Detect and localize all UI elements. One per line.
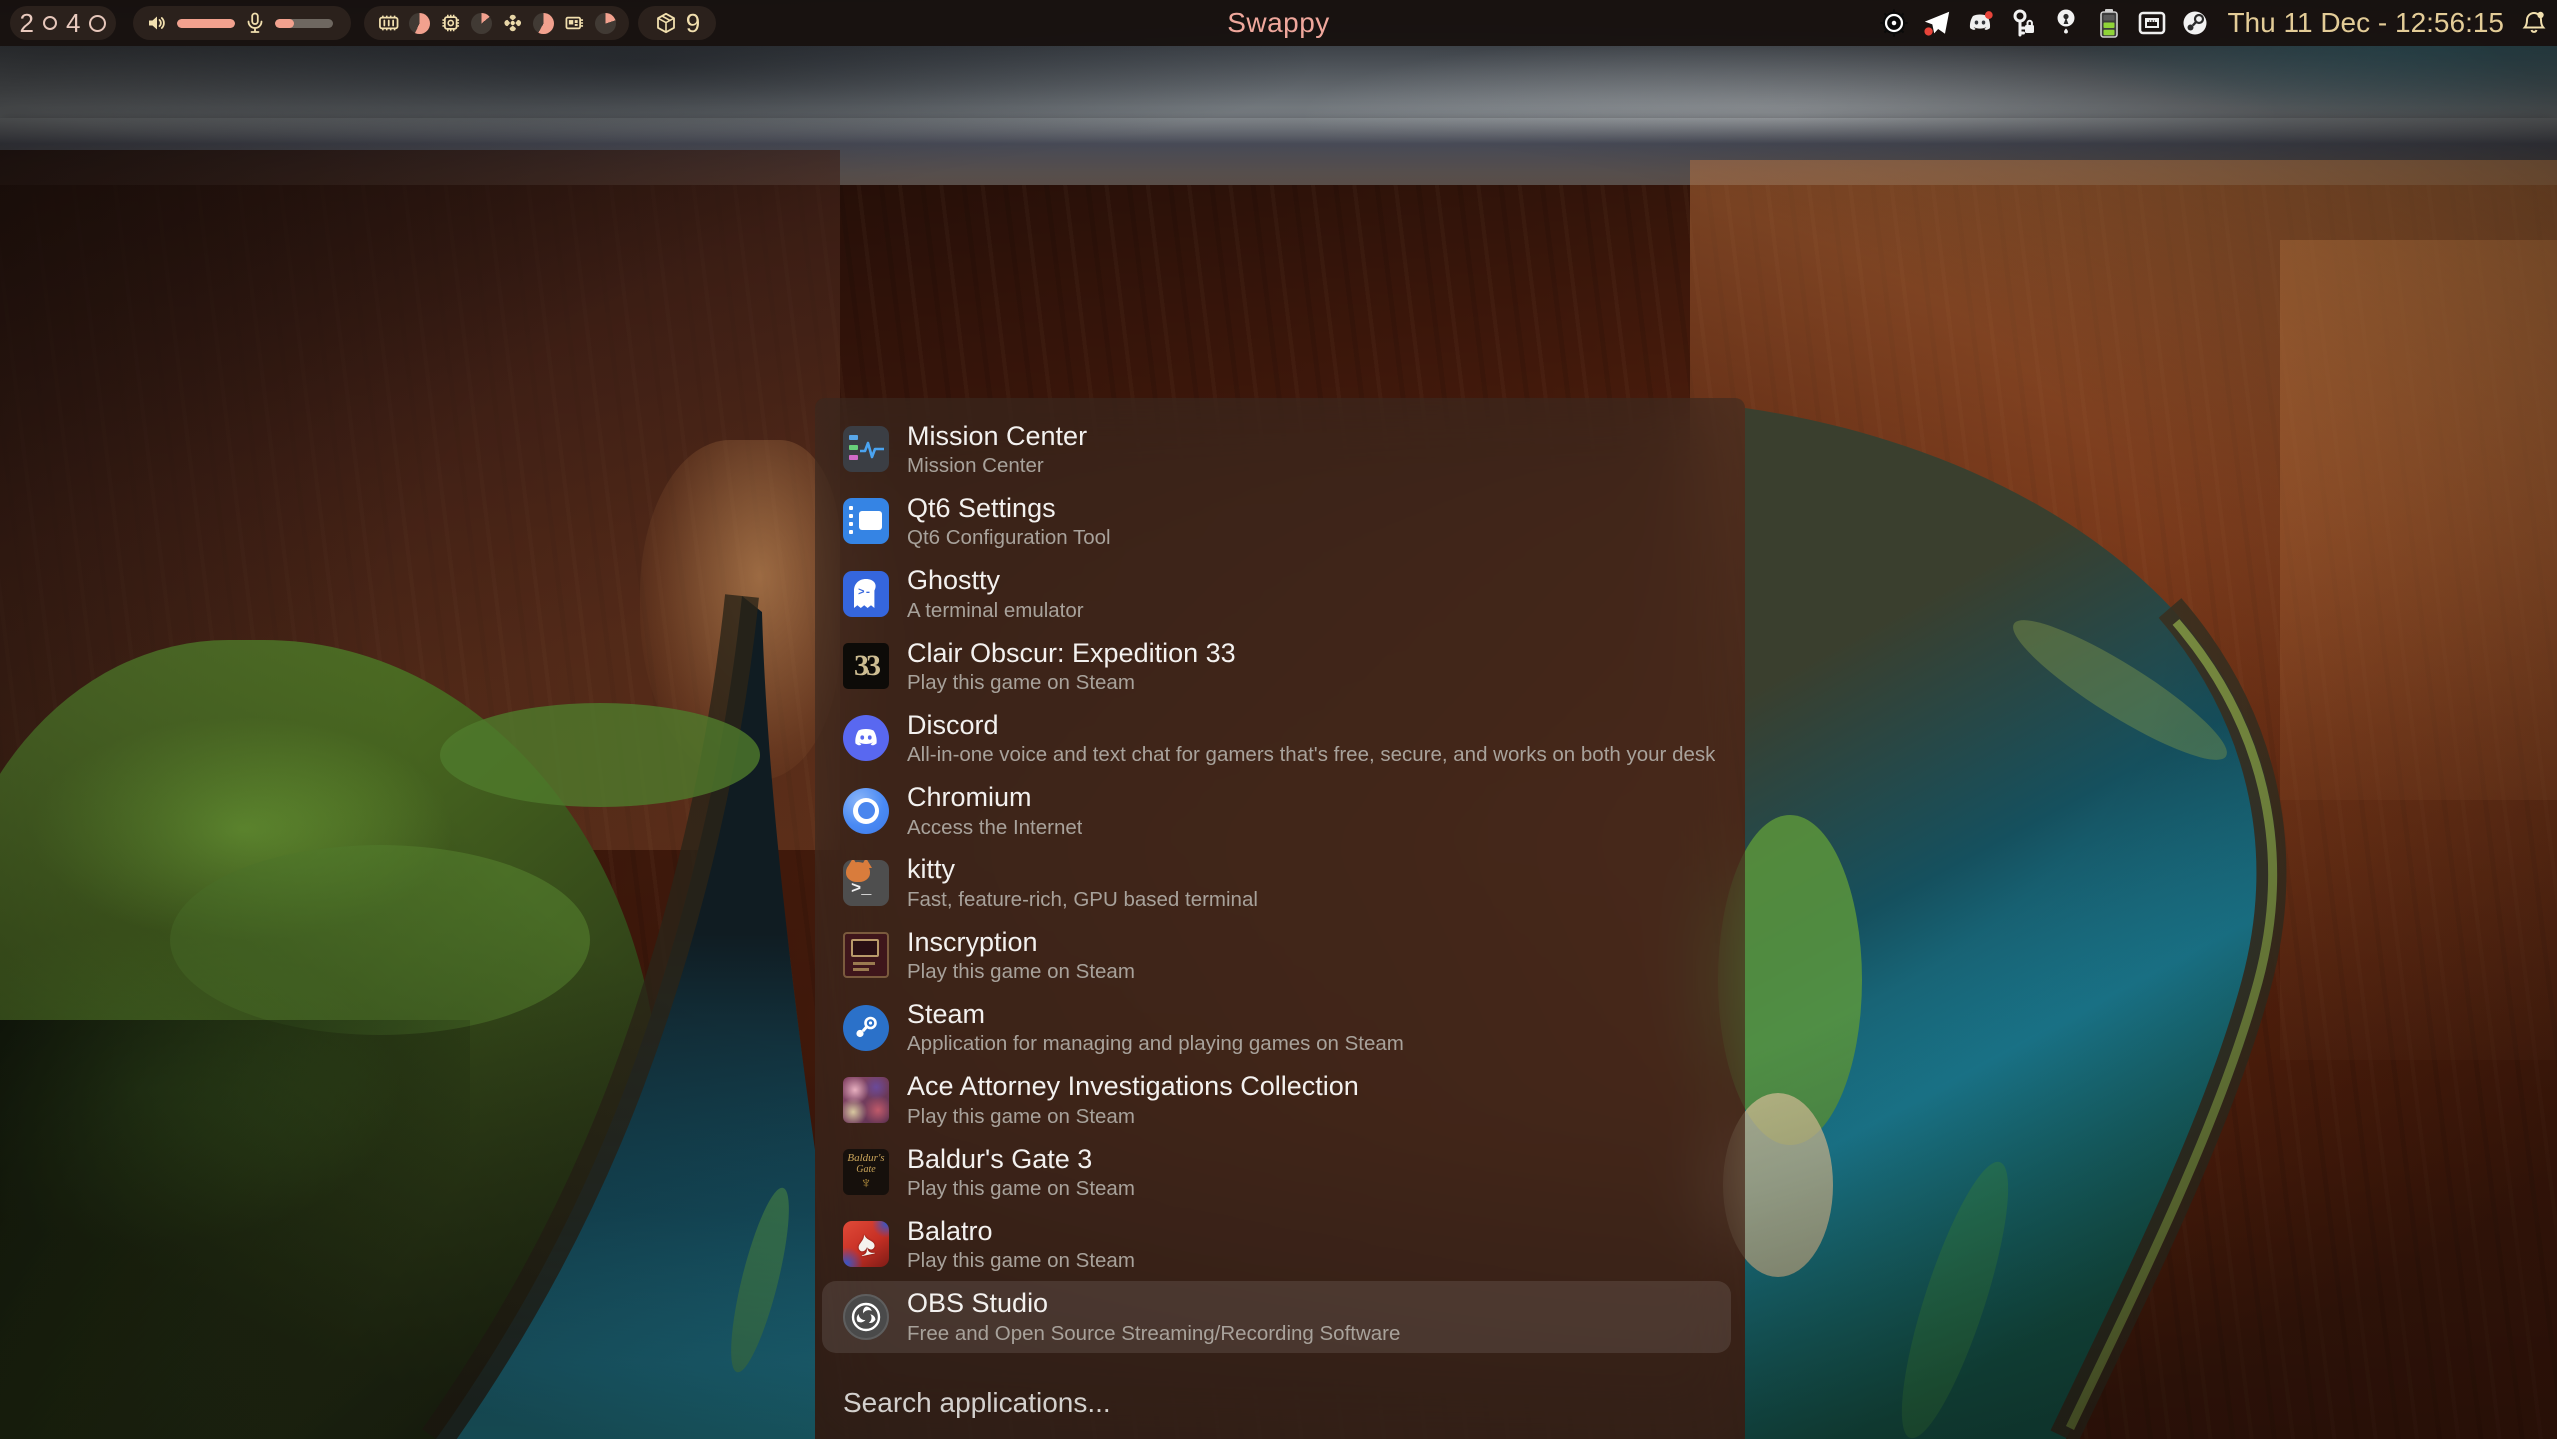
app-row[interactable]: Baldur's Gate ♆ Baldur's Gate 3 Play thi… — [815, 1136, 1745, 1208]
app-description: Fast, feature-rich, GPU based terminal — [907, 887, 1258, 913]
steelseries-icon[interactable] — [1879, 8, 1909, 38]
app-row[interactable]: >_ kitty Fast, feature-rich, GPU based t… — [815, 847, 1745, 919]
app-description: Play this game on Steam — [907, 1248, 1135, 1274]
app-name: Mission Center — [907, 420, 1087, 452]
app-row[interactable]: Ace Attorney Investigations Collection P… — [815, 1064, 1745, 1136]
app-description: All-in-one voice and text chat for gamer… — [907, 742, 1715, 768]
launcher-search-input[interactable]: Search applications... — [843, 1383, 1111, 1423]
app-description: Application for managing and playing gam… — [907, 1031, 1404, 1057]
app-row[interactable]: Qt6 Settings Qt6 Configuration Tool — [815, 485, 1745, 557]
app-row[interactable]: Steam Application for managing and playi… — [815, 991, 1745, 1063]
app-name: OBS Studio — [907, 1287, 1400, 1319]
ace-attorney-icon — [843, 1077, 889, 1123]
app-name: Chromium — [907, 781, 1082, 813]
inscryption-icon — [843, 932, 889, 978]
key-icon[interactable] — [2008, 8, 2038, 38]
steam-tray-icon[interactable] — [2180, 8, 2210, 38]
app-description: Qt6 Configuration Tool — [907, 525, 1111, 551]
app-name: Baldur's Gate 3 — [907, 1143, 1135, 1175]
battery-icon[interactable] — [2094, 8, 2124, 38]
qt6-settings-icon — [843, 498, 889, 544]
app-description: Access the Internet — [907, 815, 1082, 841]
clock[interactable]: Thu 11 Dec - 12:56:15 — [2227, 7, 2504, 39]
app-name: Discord — [907, 709, 1715, 741]
mission-center-icon — [843, 426, 889, 472]
discord-icon — [843, 715, 889, 761]
bell-icon[interactable] — [2519, 8, 2549, 38]
app-name: Inscryption — [907, 926, 1135, 958]
app-row[interactable]: Discord All-in-one voice and text chat f… — [815, 702, 1745, 774]
app-description: Play this game on Steam — [907, 1104, 1359, 1130]
app-description: Mission Center — [907, 453, 1087, 479]
balatro-icon: ♠ — [843, 1221, 889, 1267]
app-name: Qt6 Settings — [907, 492, 1111, 524]
kitty-icon: >_ — [843, 860, 889, 906]
app-row[interactable]: OBS Studio Free and Open Source Streamin… — [822, 1281, 1731, 1353]
obs-studio-icon — [843, 1294, 889, 1340]
app-description: Play this game on Steam — [907, 670, 1236, 696]
app-description: Play this game on Steam — [907, 959, 1135, 985]
app-row[interactable]: Mission Center Mission Center — [815, 413, 1745, 485]
app-row[interactable]: ♠ Balatro Play this game on Steam — [815, 1208, 1745, 1280]
app-name: Steam — [907, 998, 1404, 1030]
app-row[interactable]: Inscryption Play this game on Steam — [815, 919, 1745, 991]
app-row[interactable]: 33 Clair Obscur: Expedition 33 Play this… — [815, 630, 1745, 702]
svg-text:>-: >- — [858, 587, 871, 599]
app-description: A terminal emulator — [907, 598, 1084, 624]
app-name: Ghostty — [907, 564, 1084, 596]
app-row[interactable]: >- Ghostty A terminal emulator — [815, 558, 1745, 630]
app-name: Balatro — [907, 1215, 1135, 1247]
app-launcher-panel: Mission Center Mission Center Qt6 Settin… — [815, 398, 1745, 1439]
top-bar: 2 4 — [0, 0, 2557, 46]
app-name: Clair Obscur: Expedition 33 — [907, 637, 1236, 669]
chromium-icon — [843, 788, 889, 834]
clair-obscur-icon: 33 — [843, 643, 889, 689]
ghostty-icon: >- — [843, 571, 889, 617]
app-name: Ace Attorney Investigations Collection — [907, 1070, 1359, 1102]
discord-tray-icon[interactable] — [1965, 8, 1995, 38]
app-description: Play this game on Steam — [907, 1176, 1135, 1202]
app-list: Mission Center Mission Center Qt6 Settin… — [815, 413, 1745, 1353]
telegram-icon[interactable] — [1922, 8, 1952, 38]
keyhole-icon[interactable] — [2051, 8, 2081, 38]
baldurs-gate-3-icon: Baldur's Gate ♆ — [843, 1149, 889, 1195]
app-row[interactable]: Chromium Access the Internet — [815, 774, 1745, 846]
search-placeholder: Search applications... — [843, 1387, 1111, 1419]
steam-icon — [843, 1005, 889, 1051]
system-tray: Thu 11 Dec - 12:56:15 — [1879, 0, 2549, 46]
app-name: kitty — [907, 853, 1258, 885]
app-description: Free and Open Source Streaming/Recording… — [907, 1321, 1400, 1347]
ethernet-icon[interactable] — [2137, 8, 2167, 38]
